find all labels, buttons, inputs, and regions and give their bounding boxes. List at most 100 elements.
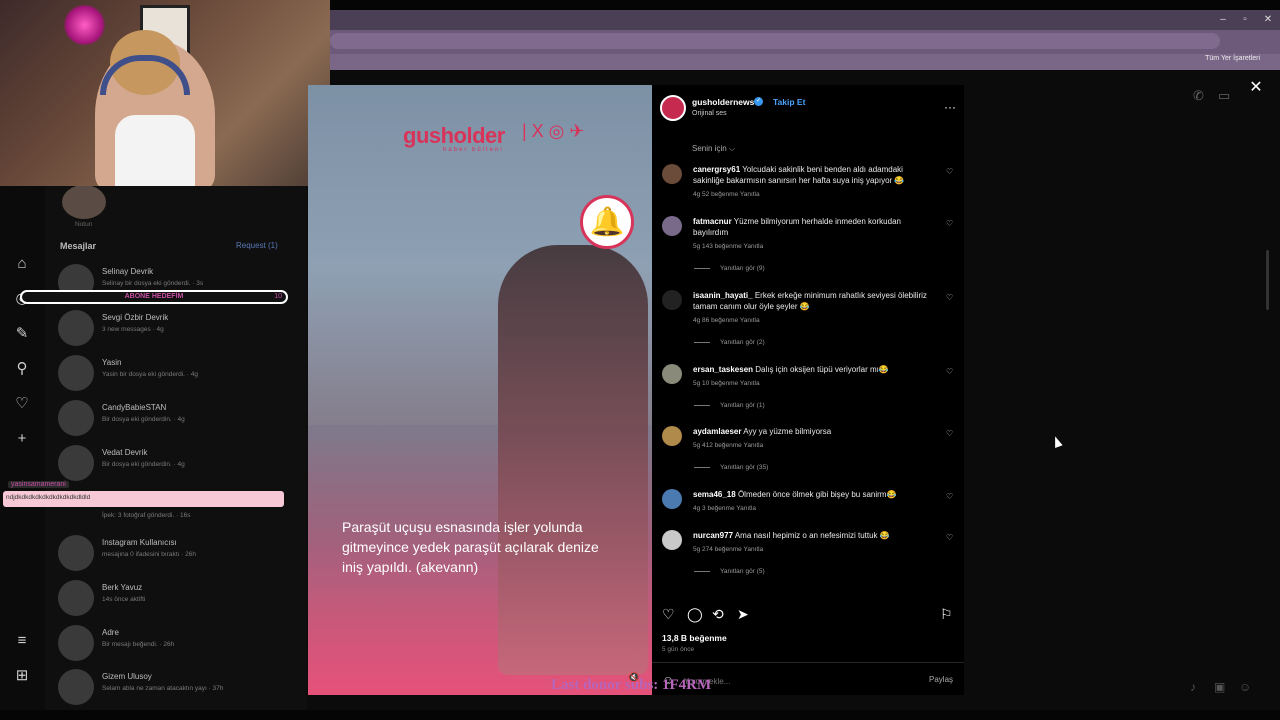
- scrollbar[interactable]: [1266, 250, 1269, 310]
- grid-icon[interactable]: ⊞: [13, 667, 31, 685]
- comment-user[interactable]: fatmacnur: [693, 217, 732, 226]
- like-comment-icon[interactable]: ♡: [946, 367, 953, 376]
- comment-meta: 5g 412 beğenme Yanıtla: [693, 442, 764, 449]
- webcam-overlay: [0, 0, 330, 186]
- subscriber-goal-bar: ABONE HEDEFİM 10: [20, 290, 288, 304]
- comment-text: Ayy ya yüzme bilmiyorsa: [743, 427, 832, 436]
- audio-link[interactable]: Orijinal ses: [692, 110, 727, 117]
- follow-button[interactable]: Takip Et: [773, 97, 805, 107]
- thread-preview: Bir dosya eki gönderdin. · 4g: [102, 461, 185, 468]
- view-replies-link[interactable]: Yanıtları gör (5): [694, 568, 765, 575]
- request-link[interactable]: Request (1): [236, 241, 278, 250]
- view-replies-link[interactable]: Yanıtları gör (9): [694, 265, 765, 272]
- avatar[interactable]: [662, 164, 682, 184]
- comment-meta: 5g 274 beğenme Yanıtla: [693, 546, 764, 553]
- comment-meta: 5g 10 beğenme Yanıtla: [693, 380, 760, 387]
- view-replies-link[interactable]: Yanıtları gör (35): [694, 464, 768, 471]
- minimize-button[interactable]: –: [1213, 12, 1233, 28]
- thread-item[interactable]: Sevgi Özbir Devrik 3 new messages · 4g: [58, 308, 298, 348]
- address-bar[interactable]: [330, 33, 1220, 49]
- messages-title: Mesajlar: [60, 241, 97, 251]
- comment-user[interactable]: isaanin_hayati_: [693, 291, 753, 300]
- heart-icon[interactable]: ♡: [13, 395, 31, 413]
- thread-preview: Selam abla ne zaman atacaktın yayı · 37h: [102, 685, 224, 692]
- note-avatar[interactable]: [62, 185, 106, 219]
- comment-user[interactable]: canergrsy61: [693, 165, 740, 174]
- thread-item[interactable]: Adre Bir mesajı beğendi. · 26h: [58, 623, 298, 663]
- mic-icon[interactable]: ♪: [1190, 680, 1196, 694]
- avatar[interactable]: [662, 364, 682, 384]
- thread-item[interactable]: Gizem Ulusoy Selam abla ne zaman atacaktı…: [58, 667, 298, 707]
- share-icon[interactable]: ➤: [737, 606, 749, 623]
- like-comment-icon[interactable]: ♡: [946, 219, 953, 228]
- comment-sort-dropdown[interactable]: Senin için ⌵: [692, 144, 735, 154]
- post-username[interactable]: gusholdernews: [692, 97, 754, 107]
- image-icon[interactable]: ▣: [1214, 680, 1225, 694]
- comment-meta: 4g 52 beğenme Yanıtla: [693, 191, 760, 198]
- thread-item[interactable]: Yasin Yasin bir dosya eki gönderdi. · 4g: [58, 353, 298, 393]
- all-bookmarks-link[interactable]: Tüm Yer İşaretleri: [1205, 55, 1260, 62]
- thread-preview: Selinay bir dosya eki gönderdi. · 3s: [102, 280, 204, 287]
- like-comment-icon[interactable]: ♡: [946, 429, 953, 438]
- phone-icon[interactable]: ✆: [1193, 88, 1204, 104]
- brand-subtitle: haber bülteni: [443, 147, 504, 153]
- avatar[interactable]: [662, 426, 682, 446]
- stream-logo: [62, 5, 107, 45]
- more-options-button[interactable]: ···: [944, 100, 956, 114]
- thread-item[interactable]: Instagram Kullanıcısı mesajına 0 ifadesin…: [58, 533, 298, 573]
- close-icon[interactable]: ✕: [1248, 80, 1264, 96]
- comment-user[interactable]: nurcan977: [693, 531, 733, 540]
- threads-icon[interactable]: ✎: [13, 325, 31, 343]
- comment-meta: 5g 143 beğenme Yanıtla: [693, 243, 764, 250]
- maximize-button[interactable]: ▫: [1235, 12, 1255, 28]
- comment-text: Dalış için oksijen tüpü veriyorlar mı😂: [755, 365, 889, 374]
- avatar[interactable]: [662, 216, 682, 236]
- view-replies-link[interactable]: Yanıtları gör (1): [694, 402, 765, 409]
- goal-count: 10: [274, 293, 282, 300]
- search-icon[interactable]: ⚲: [13, 360, 31, 378]
- avatar[interactable]: [662, 290, 682, 310]
- thread-name: Selinay Devrik: [102, 267, 154, 276]
- thread-preview: mesajına 0 ifadesini bıraktı · 26h: [102, 551, 196, 558]
- video-icon[interactable]: ▭: [1218, 88, 1230, 104]
- avatar[interactable]: [662, 489, 682, 509]
- comment-user[interactable]: aydamlaeser: [693, 427, 741, 436]
- post-media[interactable]: gusholder haber bülteni | X ◎ ✈ 🔔 Paraşü…: [308, 85, 652, 695]
- repost-icon[interactable]: ⟲: [712, 606, 724, 623]
- avatar: [58, 669, 94, 705]
- comment-user[interactable]: ersan_taskesen: [693, 365, 753, 374]
- thread-item[interactable]: Berk Yavuz 14s önce aktifti: [58, 578, 298, 618]
- menu-icon[interactable]: ≡: [13, 632, 31, 650]
- video-caption: Paraşüt uçuşu esnasında işler yolunda gi…: [342, 519, 599, 575]
- like-comment-icon[interactable]: ♡: [946, 533, 953, 542]
- close-window-button[interactable]: ✕: [1258, 12, 1278, 28]
- avatar[interactable]: [662, 530, 682, 550]
- like-count[interactable]: 13,8 B beğenme: [662, 633, 727, 643]
- post-comment-button[interactable]: Paylaş: [929, 675, 953, 684]
- like-comment-icon[interactable]: ♡: [946, 167, 953, 176]
- bell-icon: 🔔: [580, 195, 634, 249]
- comment-user[interactable]: sema46_18: [693, 490, 736, 499]
- paraglider: [498, 245, 648, 675]
- note-label: Notun: [75, 221, 93, 228]
- like-icon[interactable]: ♡: [662, 606, 675, 623]
- comment-icon[interactable]: ◯: [687, 606, 703, 623]
- home-icon[interactable]: ⌂: [13, 255, 31, 273]
- like-comment-icon[interactable]: ♡: [946, 293, 953, 302]
- sticker-icon[interactable]: ☺: [1239, 680, 1251, 694]
- thread-item[interactable]: Vedat Devrik Bir dosya eki gönderdin. · 4…: [58, 443, 298, 483]
- thread-name: Sevgi Özbir Devrik: [102, 313, 169, 322]
- chat-message: ndjdkdkdkdkdkdkdkdkdkdldld: [6, 494, 91, 501]
- social-icons: | X ◎ ✈: [522, 121, 585, 141]
- brand-logo: gusholder: [403, 123, 505, 148]
- view-replies-link[interactable]: Yanıtları gör (2): [694, 339, 765, 346]
- plus-icon[interactable]: +: [13, 430, 31, 448]
- avatar: [58, 625, 94, 661]
- comment-input[interactable]: [684, 675, 904, 687]
- avatar[interactable]: [660, 95, 686, 121]
- thread-preview: 3 new messages · 4g: [102, 326, 164, 333]
- comment-meta: 4g 3 beğenme Yanıtla: [693, 505, 757, 512]
- like-comment-icon[interactable]: ♡: [946, 492, 953, 501]
- bookmark-icon[interactable]: ⚐: [940, 606, 953, 623]
- thread-item[interactable]: CandyBabieSTAN Bir dosya eki gönderdin. ·…: [58, 398, 298, 438]
